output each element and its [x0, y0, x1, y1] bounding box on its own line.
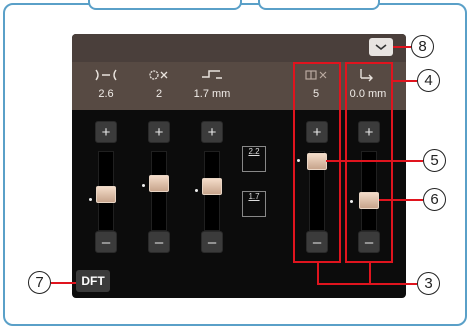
density-slider-dot: [142, 184, 145, 187]
chevron-down-button[interactable]: [369, 38, 393, 56]
length-slider-dot: [195, 189, 198, 192]
callout-3-line-b: [369, 263, 371, 284]
stitch-width-icon: [84, 66, 128, 84]
width-minus-button[interactable]: –: [95, 231, 117, 253]
thread-tension-icon: [137, 66, 181, 84]
balance-highlight-box: [293, 62, 341, 263]
length-slider-handle[interactable]: [202, 178, 222, 195]
callout-8: 8: [411, 35, 434, 58]
callout-5: 5: [423, 149, 446, 172]
callout-4: 4: [417, 69, 440, 92]
stitch-length-preset-icon[interactable]: 1.7: [242, 191, 266, 217]
callout-3-line-c: [317, 283, 417, 285]
density-value: 2: [155, 88, 163, 100]
length-plus-button[interactable]: +: [201, 121, 223, 143]
length-minus-button[interactable]: –: [201, 231, 223, 253]
callout-7: 7: [28, 271, 51, 294]
callout-6: 6: [423, 188, 446, 211]
density-plus-button[interactable]: +: [148, 121, 170, 143]
length-preset-label: 1.7: [248, 192, 260, 201]
callout-8-line: [393, 46, 411, 48]
dft-button[interactable]: DFT: [76, 270, 110, 292]
width-preset-label: 2.2: [248, 147, 260, 156]
callout-5-line: [326, 160, 423, 162]
width-plus-button[interactable]: +: [95, 121, 117, 143]
top-tab-right: [258, 0, 380, 10]
callout-3-line-a: [317, 263, 319, 284]
callout-4-line: [393, 80, 417, 82]
panel-title-bar: [72, 34, 406, 62]
width-slider-handle[interactable]: [96, 186, 116, 203]
chevron-down-icon: [375, 44, 387, 51]
density-minus-button[interactable]: –: [148, 231, 170, 253]
stitch-length-value: 1.7 mm: [193, 88, 231, 100]
callout-6-line: [379, 199, 423, 201]
density-slider-handle[interactable]: [149, 175, 169, 192]
stitch-width-preset-icon[interactable]: 2.2: [242, 146, 266, 172]
stitch-length-icon: [190, 66, 234, 84]
width-slider-dot: [89, 198, 92, 201]
callout-7-line: [51, 282, 76, 284]
stitch-width-value: 2.6: [98, 88, 114, 100]
position-highlight-box: [345, 62, 393, 263]
top-tab-left: [88, 0, 242, 10]
callout-3: 3: [417, 272, 440, 295]
